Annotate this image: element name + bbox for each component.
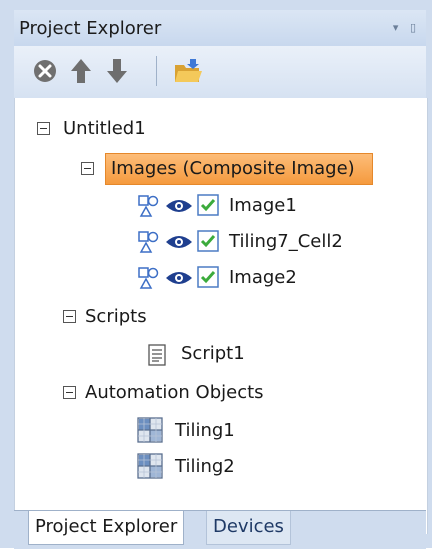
tab-project-explorer[interactable]: Project Explorer xyxy=(28,511,185,545)
pin-controls[interactable]: ▾ ▯ xyxy=(393,21,420,34)
script-label: Script1 xyxy=(181,343,245,364)
image-label: Image1 xyxy=(229,195,297,216)
eye-icon[interactable] xyxy=(165,197,193,215)
expander-untitled1[interactable] xyxy=(37,122,50,135)
expander-automation[interactable] xyxy=(63,386,76,399)
remove-button[interactable] xyxy=(30,56,60,86)
tiling-grid-icon xyxy=(137,417,163,443)
open-folder-icon xyxy=(175,59,202,82)
project-explorer-panel: Project Explorer ▾ ▯ Untitled1 Images (C… xyxy=(0,0,432,549)
move-down-button[interactable] xyxy=(102,56,132,86)
eye-icon[interactable] xyxy=(165,269,193,287)
shapes-icon xyxy=(138,267,159,289)
arrow-down-icon xyxy=(107,59,127,83)
checkbox-checked-icon[interactable] xyxy=(197,266,219,288)
tab-devices[interactable]: Devices xyxy=(206,511,291,545)
tiling-grid-icon xyxy=(137,453,163,479)
eye-icon[interactable] xyxy=(165,233,193,251)
arrow-up-icon xyxy=(71,59,91,83)
panel-title-bar[interactable]: Project Explorer ▾ ▯ xyxy=(14,10,426,46)
open-button[interactable] xyxy=(172,56,202,86)
expander-images[interactable] xyxy=(81,162,94,175)
checkbox-checked-icon[interactable] xyxy=(197,230,219,252)
shapes-icon xyxy=(138,231,159,253)
tree-item-automation-group[interactable]: Automation Objects xyxy=(85,382,264,404)
checkbox-checked-icon[interactable] xyxy=(197,194,219,216)
image-label: Tiling7_Cell2 xyxy=(229,231,343,252)
image-label: Image2 xyxy=(229,267,297,288)
script-document-icon xyxy=(148,344,166,366)
tree-item-images-group[interactable]: Images (Composite Image) xyxy=(111,158,355,180)
toolbar-separator xyxy=(156,56,157,86)
panel-title: Project Explorer xyxy=(19,18,162,39)
automation-label: Tiling2 xyxy=(175,456,235,477)
tree-item-scripts-group[interactable]: Scripts xyxy=(85,306,147,328)
move-up-button[interactable] xyxy=(66,56,96,86)
remove-icon xyxy=(34,60,56,82)
tree-item-untitled1[interactable]: Untitled1 xyxy=(63,118,146,140)
panel-tab-strip: Project Explorer Devices xyxy=(14,510,426,549)
shapes-icon xyxy=(138,195,159,217)
project-tree: Untitled1 Images (Composite Image) Image… xyxy=(14,98,428,534)
automation-label: Tiling1 xyxy=(175,420,235,441)
toolbar xyxy=(14,46,426,99)
expander-scripts[interactable] xyxy=(63,310,76,323)
